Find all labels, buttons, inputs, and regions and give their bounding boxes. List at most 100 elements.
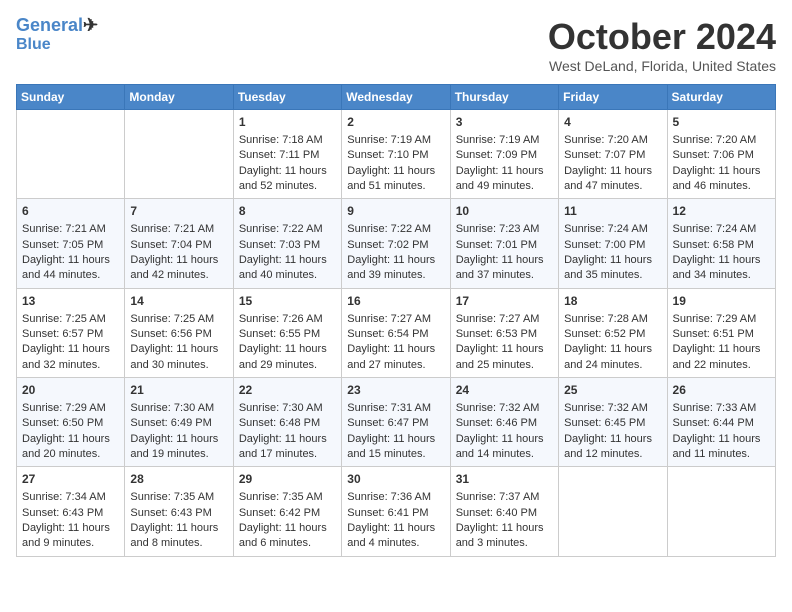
daylight-text: Daylight: 11 hours and 34 minutes. xyxy=(673,253,770,284)
daylight-text: Daylight: 11 hours and 17 minutes. xyxy=(239,432,336,463)
day-number: 22 xyxy=(239,382,336,399)
calendar-cell: 4Sunrise: 7:20 AMSunset: 7:07 PMDaylight… xyxy=(559,110,667,199)
day-number: 11 xyxy=(564,203,661,220)
day-number: 17 xyxy=(456,293,553,310)
sunset-text: Sunset: 7:09 PM xyxy=(456,148,553,163)
sunset-text: Sunset: 7:10 PM xyxy=(347,148,444,163)
day-number: 14 xyxy=(130,293,227,310)
calendar-cell xyxy=(667,467,775,556)
sunset-text: Sunset: 7:06 PM xyxy=(673,148,770,163)
sunset-text: Sunset: 6:46 PM xyxy=(456,416,553,431)
sunset-text: Sunset: 6:49 PM xyxy=(130,416,227,431)
calendar-cell: 6Sunrise: 7:21 AMSunset: 7:05 PMDaylight… xyxy=(17,199,125,288)
daylight-text: Daylight: 11 hours and 15 minutes. xyxy=(347,432,444,463)
sunrise-text: Sunrise: 7:25 AM xyxy=(22,312,119,327)
calendar-cell: 5 Sunrise: 7:20 AMSunset: 7:06 PMDaylight… xyxy=(667,110,775,199)
sunset-text: Sunset: 6:55 PM xyxy=(239,327,336,342)
title-block: October 2024 West DeLand, Florida, Unite… xyxy=(548,16,776,74)
sunrise-text: Sunrise: 7:21 AM xyxy=(130,222,227,237)
daylight-text: Daylight: 11 hours and 25 minutes. xyxy=(456,342,553,373)
sunset-text: Sunset: 7:02 PM xyxy=(347,238,444,253)
sunset-text: Sunset: 6:42 PM xyxy=(239,506,336,521)
sunset-text: Sunset: 6:57 PM xyxy=(22,327,119,342)
calendar-cell xyxy=(125,110,233,199)
sunset-text: Sunset: 7:03 PM xyxy=(239,238,336,253)
sunrise-text: Sunrise: 7:18 AM xyxy=(239,133,336,148)
calendar-cell: 26Sunrise: 7:33 AMSunset: 6:44 PMDayligh… xyxy=(667,378,775,467)
daylight-text: Daylight: 11 hours and 19 minutes. xyxy=(130,432,227,463)
calendar-header-row: SundayMondayTuesdayWednesdayThursdayFrid… xyxy=(17,85,776,110)
daylight-text: Daylight: 11 hours and 32 minutes. xyxy=(22,342,119,373)
column-header-saturday: Saturday xyxy=(667,85,775,110)
calendar-cell xyxy=(17,110,125,199)
daylight-text: Daylight: 11 hours and 49 minutes. xyxy=(456,164,553,195)
calendar-cell: 17 Sunrise: 7:27 AMSunset: 6:53 PMDayligh… xyxy=(450,288,558,377)
logo-blue: Blue xyxy=(16,36,98,54)
sunset-text: Sunset: 6:44 PM xyxy=(673,416,770,431)
sunrise-text: Sunrise: 7:33 AM xyxy=(673,401,770,416)
daylight-text: Daylight: 11 hours and 8 minutes. xyxy=(130,521,227,552)
sunrise-text: Sunrise: 7:34 AM xyxy=(22,490,119,505)
calendar-cell: 31Sunrise: 7:37 AMSunset: 6:40 PMDayligh… xyxy=(450,467,558,556)
daylight-text: Daylight: 11 hours and 39 minutes. xyxy=(347,253,444,284)
sunrise-text: Sunrise: 7:19 AM xyxy=(456,133,553,148)
logo: General✈ Blue xyxy=(16,16,98,53)
calendar-cell: 1Sunrise: 7:18 AMSunset: 7:11 PMDaylight… xyxy=(233,110,341,199)
sunrise-text: Sunrise: 7:30 AM xyxy=(239,401,336,416)
daylight-text: Daylight: 11 hours and 35 minutes. xyxy=(564,253,661,284)
daylight-text: Daylight: 11 hours and 40 minutes. xyxy=(239,253,336,284)
calendar-cell: 25Sunrise: 7:32 AMSunset: 6:45 PMDayligh… xyxy=(559,378,667,467)
column-header-tuesday: Tuesday xyxy=(233,85,341,110)
sunrise-text: Sunrise: 7:26 AM xyxy=(239,312,336,327)
calendar-week-2: 6Sunrise: 7:21 AMSunset: 7:05 PMDaylight… xyxy=(17,199,776,288)
calendar-cell: 18Sunrise: 7:28 AMSunset: 6:52 PMDayligh… xyxy=(559,288,667,377)
daylight-text: Daylight: 11 hours and 46 minutes. xyxy=(673,164,770,195)
sunrise-text: Sunrise: 7:35 AM xyxy=(130,490,227,505)
sunrise-text: Sunrise: 7:20 AM xyxy=(673,133,770,148)
sunset-text: Sunset: 6:48 PM xyxy=(239,416,336,431)
calendar-cell: 15Sunrise: 7:26 AMSunset: 6:55 PMDayligh… xyxy=(233,288,341,377)
day-number: 5 xyxy=(673,114,770,131)
calendar-cell: 19Sunrise: 7:29 AMSunset: 6:51 PMDayligh… xyxy=(667,288,775,377)
day-number: 15 xyxy=(239,293,336,310)
daylight-text: Daylight: 11 hours and 37 minutes. xyxy=(456,253,553,284)
sunrise-text: Sunrise: 7:21 AM xyxy=(22,222,119,237)
calendar-week-4: 20Sunrise: 7:29 AMSunset: 6:50 PMDayligh… xyxy=(17,378,776,467)
calendar-cell: 28Sunrise: 7:35 AMSunset: 6:43 PMDayligh… xyxy=(125,467,233,556)
logo-general: General xyxy=(16,15,83,35)
sunrise-text: Sunrise: 7:31 AM xyxy=(347,401,444,416)
sunset-text: Sunset: 7:05 PM xyxy=(22,238,119,253)
sunrise-text: Sunrise: 7:37 AM xyxy=(456,490,553,505)
column-header-monday: Monday xyxy=(125,85,233,110)
sunrise-text: Sunrise: 7:23 AM xyxy=(456,222,553,237)
day-number: 24 xyxy=(456,382,553,399)
sunset-text: Sunset: 6:58 PM xyxy=(673,238,770,253)
calendar-cell: 20Sunrise: 7:29 AMSunset: 6:50 PMDayligh… xyxy=(17,378,125,467)
sunset-text: Sunset: 6:53 PM xyxy=(456,327,553,342)
sunset-text: Sunset: 6:47 PM xyxy=(347,416,444,431)
sunrise-text: Sunrise: 7:29 AM xyxy=(22,401,119,416)
sunrise-text: Sunrise: 7:25 AM xyxy=(130,312,227,327)
calendar-cell: 16Sunrise: 7:27 AMSunset: 6:54 PMDayligh… xyxy=(342,288,450,377)
sunset-text: Sunset: 6:45 PM xyxy=(564,416,661,431)
sunrise-text: Sunrise: 7:27 AM xyxy=(456,312,553,327)
daylight-text: Daylight: 11 hours and 6 minutes. xyxy=(239,521,336,552)
day-number: 26 xyxy=(673,382,770,399)
day-number: 28 xyxy=(130,471,227,488)
daylight-text: Daylight: 11 hours and 3 minutes. xyxy=(456,521,553,552)
day-number: 31 xyxy=(456,471,553,488)
calendar-cell: 3Sunrise: 7:19 AMSunset: 7:09 PMDaylight… xyxy=(450,110,558,199)
sunset-text: Sunset: 6:51 PM xyxy=(673,327,770,342)
day-number: 19 xyxy=(673,293,770,310)
sunset-text: Sunset: 7:11 PM xyxy=(239,148,336,163)
day-number: 18 xyxy=(564,293,661,310)
calendar-cell: 22 Sunrise: 7:30 AMSunset: 6:48 PMDayligh… xyxy=(233,378,341,467)
sunrise-text: Sunrise: 7:32 AM xyxy=(564,401,661,416)
column-header-wednesday: Wednesday xyxy=(342,85,450,110)
calendar-cell: 8Sunrise: 7:22 AMSunset: 7:03 PMDaylight… xyxy=(233,199,341,288)
day-number: 10 xyxy=(456,203,553,220)
sunset-text: Sunset: 7:01 PM xyxy=(456,238,553,253)
day-number: 2 xyxy=(347,114,444,131)
sunrise-text: Sunrise: 7:32 AM xyxy=(456,401,553,416)
day-number: 21 xyxy=(130,382,227,399)
